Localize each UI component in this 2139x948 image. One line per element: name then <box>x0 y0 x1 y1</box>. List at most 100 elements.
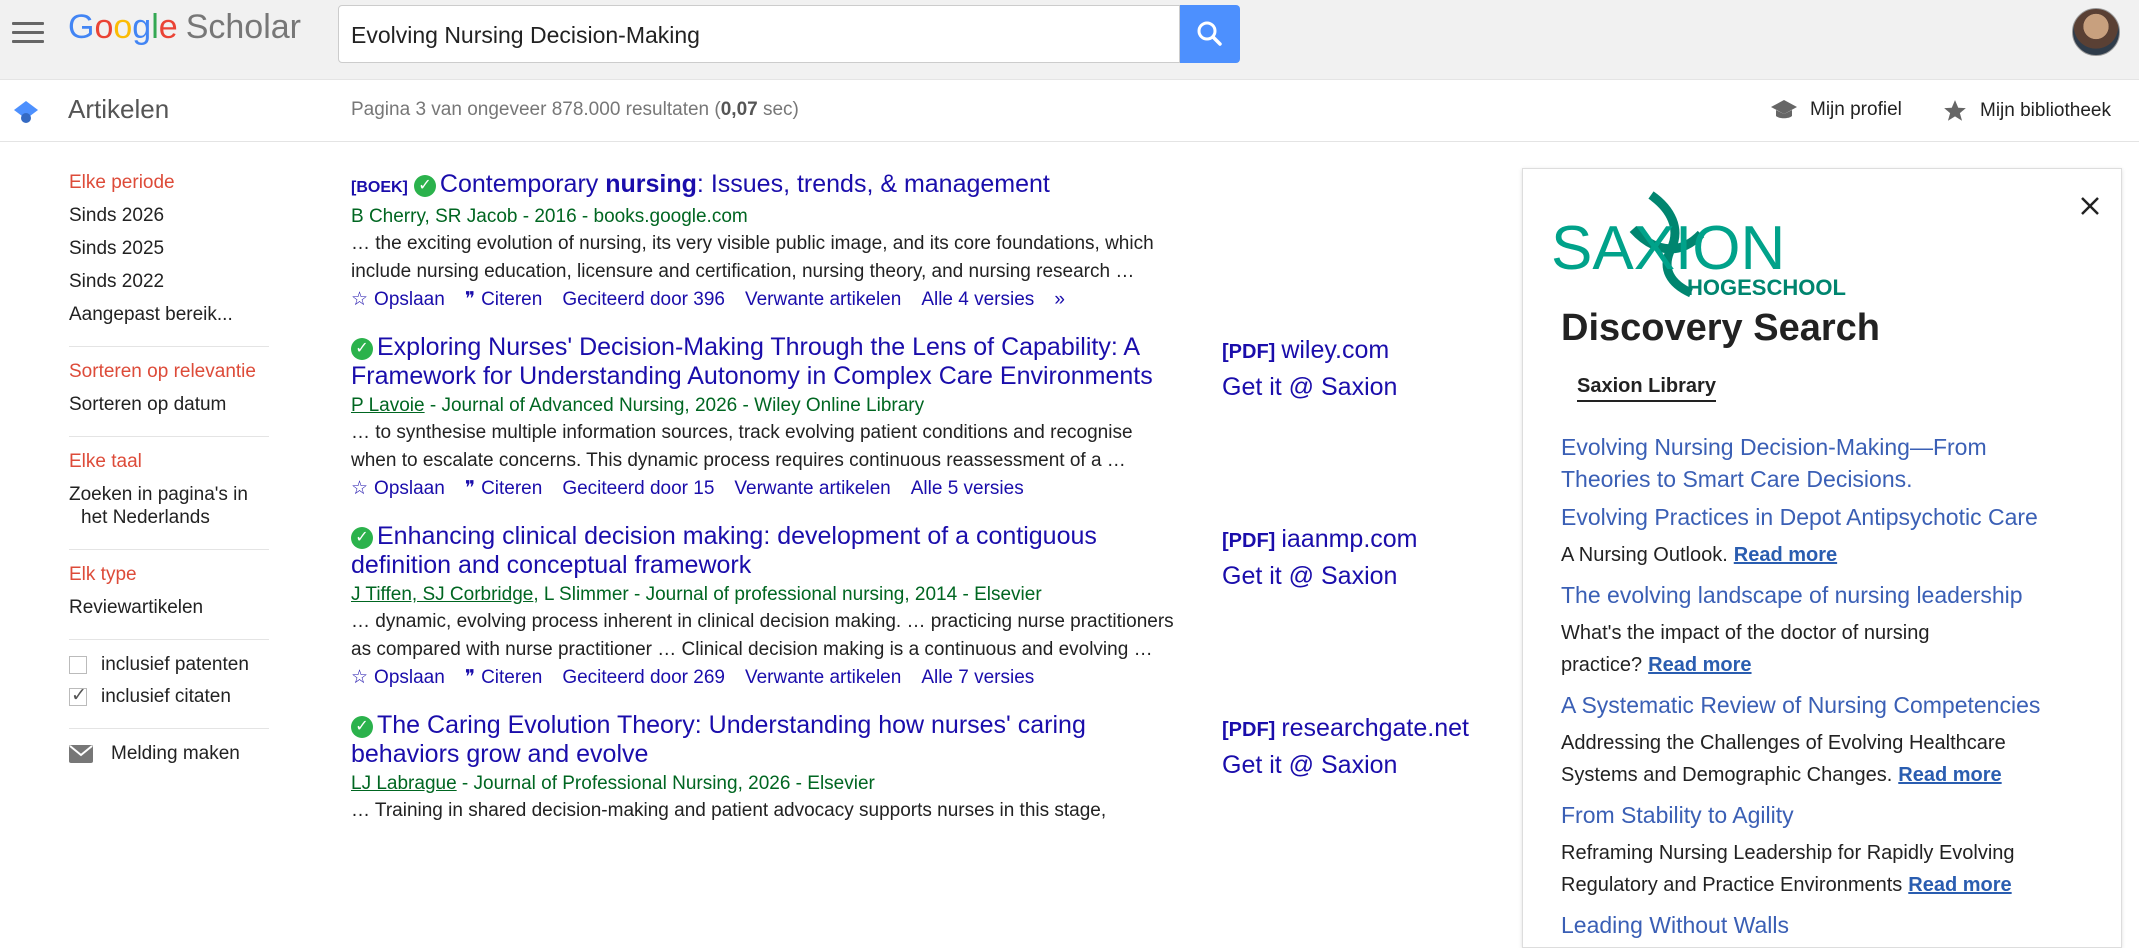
star-outline-icon: ☆ <box>351 667 369 688</box>
related-link[interactable]: Verwante artikelen <box>734 478 890 500</box>
my-profile-link[interactable]: Mijn profiel <box>1770 98 1902 122</box>
search-icon <box>1197 21 1222 46</box>
search-button[interactable] <box>1180 5 1240 63</box>
result-title[interactable]: [BOEK] ✓ Contemporary nursing: Issues, tre… <box>351 170 1231 202</box>
period-since-2022[interactable]: Sinds 2022 <box>69 270 269 293</box>
getit-link[interactable]: Get it @ Saxion <box>1222 559 1418 594</box>
cited-by-link[interactable]: Geciteerd door 396 <box>562 289 725 311</box>
result-snippet: … Training in shared decision-making and… <box>351 800 1107 821</box>
result-title[interactable]: ✓ Exploring Nurses' Decision-Making Throu… <box>351 333 1231 391</box>
pdf-link[interactable]: [PDF] iaanmp.com <box>1222 522 1418 559</box>
star-outline-icon: ☆ <box>351 478 369 499</box>
more-icon[interactable]: » <box>1054 289 1065 311</box>
pdf-link[interactable]: [PDF] wiley.com <box>1222 333 1397 370</box>
search-input[interactable]: Evolving Nursing Decision-Making <box>338 5 1180 63</box>
period-custom[interactable]: Aangepast bereik... <box>69 303 269 326</box>
discovery-desc: What's the impact of the doctor of nursi… <box>1561 622 1930 676</box>
result-snippet: … the exciting evolution of nursing, its… <box>351 233 1154 282</box>
cited-by-link[interactable]: Geciteerd door 269 <box>562 667 725 689</box>
check-icon: ✓ <box>413 175 436 197</box>
read-more-link[interactable]: Read more <box>1648 654 1751 676</box>
result-snippet: … dynamic, evolving process inherent in … <box>351 611 1174 660</box>
results-list: [BOEK] ✓ Contemporary nursing: Issues, tre… <box>351 170 1491 847</box>
getit-link[interactable]: Get it @ Saxion <box>1222 748 1469 783</box>
sort-filter: Sorteren op relevantie Sorteren op datum <box>69 361 269 437</box>
fulltext-links: [PDF] wiley.com Get it @ Saxion <box>1222 333 1397 405</box>
quote-icon: ❞ <box>464 289 476 310</box>
fulltext-links: [PDF] iaanmp.com Get it @ Saxion <box>1222 522 1418 594</box>
period-any[interactable]: Elke periode <box>69 172 269 194</box>
filter-sidebar: Elke periode Sinds 2026 Sinds 2025 Sinds… <box>69 172 269 765</box>
cite-link[interactable]: ❞ Citeren <box>465 666 542 689</box>
discovery-link[interactable]: Leading Without Walls <box>1561 909 2101 941</box>
my-library-link[interactable]: Mijn bibliotheek <box>1942 98 2111 124</box>
discovery-panel: SAXION HOGESCHOOL Discovery Search Saxio… <box>1522 168 2122 948</box>
discovery-desc: Addressing the Challenges of Evolving He… <box>1561 732 2006 786</box>
star-outline-icon: ☆ <box>351 289 369 310</box>
language-dutch[interactable]: Zoeken in pagina's in het Nederlands <box>69 483 269 529</box>
save-link[interactable]: ☆ Opslaan <box>351 666 445 689</box>
discovery-link[interactable]: A Systematic Review of Nursing Competenc… <box>1561 689 2101 721</box>
read-more-link[interactable]: Read more <box>1908 874 2011 896</box>
google-scholar-logo[interactable]: Google Scholar <box>68 8 301 47</box>
related-link[interactable]: Verwante artikelen <box>745 667 901 689</box>
sort-relevance[interactable]: Sorteren op relevantie <box>69 361 269 383</box>
read-more-link[interactable]: Read more <box>1734 544 1837 566</box>
result-item: [BOEK] ✓ Contemporary nursing: Issues, tre… <box>351 170 1491 311</box>
top-bar: Google Scholar Evolving Nursing Decision-… <box>0 0 2139 80</box>
discovery-link[interactable]: Evolving Practices in Depot Antipsychoti… <box>1561 501 2101 533</box>
language-any[interactable]: Elke taal <box>69 451 269 473</box>
result-title[interactable]: ✓ The Caring Evolution Theory: Understand… <box>351 711 1231 769</box>
save-link[interactable]: ☆ Opslaan <box>351 288 445 311</box>
getit-link[interactable]: Get it @ Saxion <box>1222 370 1397 405</box>
result-meta: B Cherry, SR Jacob - 2016 - books.google… <box>351 206 748 227</box>
pdf-link[interactable]: [PDF] researchgate.net <box>1222 711 1469 748</box>
tab-saxion-library[interactable]: Saxion Library <box>1577 375 1716 402</box>
avatar[interactable] <box>2072 8 2120 56</box>
svg-text:HOGESCHOOL: HOGESCHOOL <box>1687 275 1846 299</box>
type-filter: Elk type Reviewartikelen <box>69 564 269 640</box>
saxion-logo: SAXION HOGESCHOOL <box>1551 191 1846 299</box>
include-filter: inclusief patenten inclusief citaten <box>69 654 269 729</box>
svg-text:SAXION: SAXION <box>1551 214 1785 283</box>
quote-icon: ❞ <box>464 667 476 688</box>
discovery-link[interactable]: The evolving landscape of nursing leader… <box>1561 579 2101 611</box>
check-icon: ✓ <box>351 527 373 549</box>
cite-link[interactable]: ❞ Citeren <box>465 477 542 500</box>
period-since-2026[interactable]: Sinds 2026 <box>69 204 269 227</box>
discovery-link[interactable]: From Stability to Agility <box>1561 799 2101 831</box>
save-link[interactable]: ☆ Opslaan <box>351 477 445 500</box>
result-item: ✓ Exploring Nurses' Decision-Making Throu… <box>351 333 1491 500</box>
mail-icon <box>69 745 93 763</box>
related-link[interactable]: Verwante artikelen <box>745 289 901 311</box>
close-icon[interactable] <box>2077 193 2103 219</box>
sort-date[interactable]: Sorteren op datum <box>69 393 269 416</box>
read-more-link[interactable]: Read more <box>1898 764 2001 786</box>
language-filter: Elke taal Zoeken in pagina's in het Neder… <box>69 451 269 550</box>
versions-link[interactable]: Alle 7 versies <box>921 667 1034 689</box>
include-patents-checkbox[interactable]: inclusief patenten <box>69 654 269 676</box>
versions-link[interactable]: Alle 5 versies <box>911 478 1024 500</box>
result-item: ✓ The Caring Evolution Theory: Understand… <box>351 711 1491 825</box>
versions-link[interactable]: Alle 4 versies <box>921 289 1034 311</box>
type-review[interactable]: Reviewartikelen <box>69 596 269 619</box>
result-actions: ☆ Opslaan ❞ Citeren Geciteerd door 15 Verw… <box>351 477 1491 500</box>
result-title[interactable]: ✓ Enhancing clinical decision making: dev… <box>351 522 1231 580</box>
include-citations-checkbox[interactable]: inclusief citaten <box>69 684 269 708</box>
cite-link[interactable]: ❞ Citeren <box>465 288 542 311</box>
graduation-cap-icon <box>1771 100 1797 119</box>
discovery-desc: A Nursing Outlook. Read more <box>1561 544 1838 566</box>
period-since-2025[interactable]: Sinds 2025 <box>69 237 269 260</box>
section-title: Artikelen <box>68 94 170 124</box>
discovery-link[interactable]: Evolving Nursing Decision-Making—From The… <box>1561 431 2101 495</box>
create-alert-link[interactable]: Melding maken <box>69 743 269 765</box>
result-actions: ☆ Opslaan ❞ Citeren Geciteerd door 396 Ver… <box>351 288 1491 311</box>
result-snippet: … to synthesise multiple information sou… <box>351 422 1133 471</box>
panel-title: Discovery Search <box>1561 307 1880 349</box>
check-icon: ✓ <box>351 716 373 738</box>
menu-icon[interactable] <box>12 22 44 44</box>
scholar-cap-icon <box>14 101 38 123</box>
cited-by-link[interactable]: Geciteerd door 15 <box>562 478 714 500</box>
type-any[interactable]: Elk type <box>69 564 269 586</box>
result-item: ✓ Enhancing clinical decision making: dev… <box>351 522 1491 689</box>
